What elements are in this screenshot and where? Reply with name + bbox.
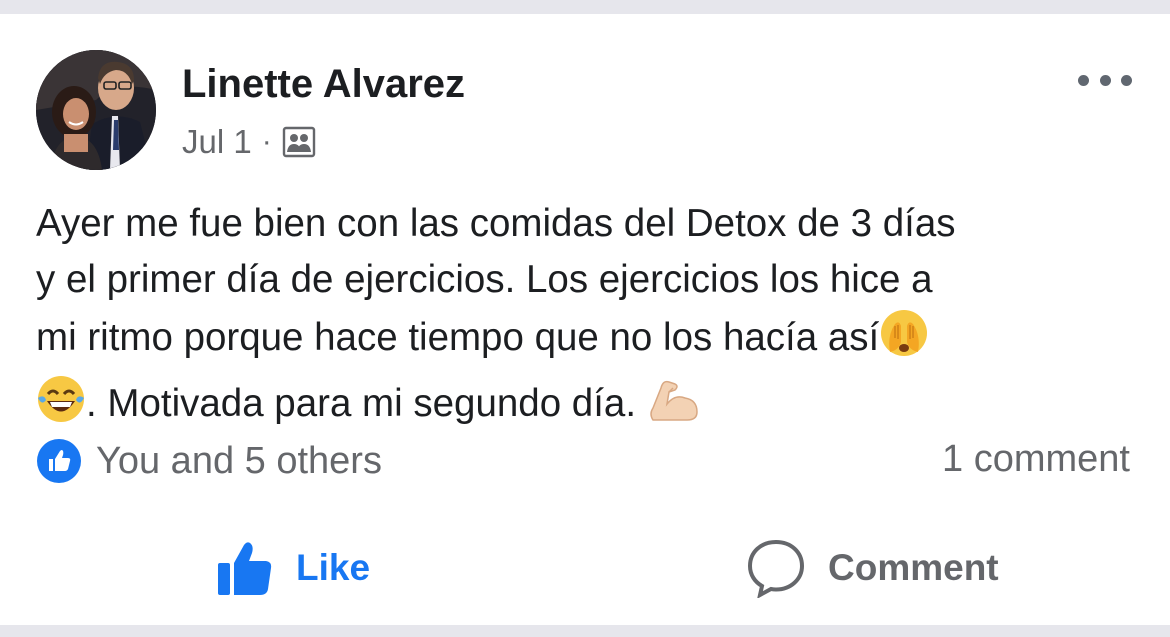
post-text-line-with-emoji: . Motivada para mi segundo día. xyxy=(36,374,1146,440)
thumbs-up-icon xyxy=(216,539,274,597)
comment-bubble-icon xyxy=(746,538,806,598)
more-dot xyxy=(1121,74,1132,86)
like-label: Like xyxy=(296,547,371,588)
feed-separator-bottom xyxy=(0,625,1170,637)
feed-separator-top xyxy=(0,0,1170,14)
reactions-label: You and 5 others xyxy=(96,439,382,482)
comment-count[interactable]: 1 comment xyxy=(942,438,1130,481)
post-text: Ayer me fue bien con las comidas del Det… xyxy=(36,196,1146,440)
avatar[interactable] xyxy=(36,50,156,170)
more-options-icon[interactable] xyxy=(1078,68,1132,92)
face-covering-eyes-emoji xyxy=(879,308,929,374)
post-date[interactable]: Jul 1 xyxy=(182,123,252,161)
post-text-line-with-emoji: mi ritmo porque hace tiempo que no los h… xyxy=(36,308,1146,374)
post-text-line: Ayer me fue bien con las comidas del Det… xyxy=(36,202,956,245)
flexed-biceps-emoji xyxy=(647,374,703,440)
comment-label: Comment xyxy=(828,547,999,588)
laughing-tears-emoji xyxy=(36,374,86,440)
post-meta: Jul 1 · xyxy=(182,122,316,162)
author-name[interactable]: Linette Alvarez xyxy=(182,62,465,107)
like-button[interactable]: Like xyxy=(216,536,370,600)
more-dot xyxy=(1099,74,1111,86)
avatar-photo xyxy=(36,50,156,170)
friends-group-icon[interactable] xyxy=(282,125,316,159)
reactions-summary[interactable]: You and 5 others xyxy=(36,438,382,484)
meta-separator: · xyxy=(261,125,272,158)
more-dot xyxy=(1078,74,1089,86)
post-text-line: y el primer día de ejercicios. Los ejerc… xyxy=(36,258,933,301)
comment-button[interactable]: Comment xyxy=(746,536,999,600)
like-reaction-icon xyxy=(36,438,82,484)
